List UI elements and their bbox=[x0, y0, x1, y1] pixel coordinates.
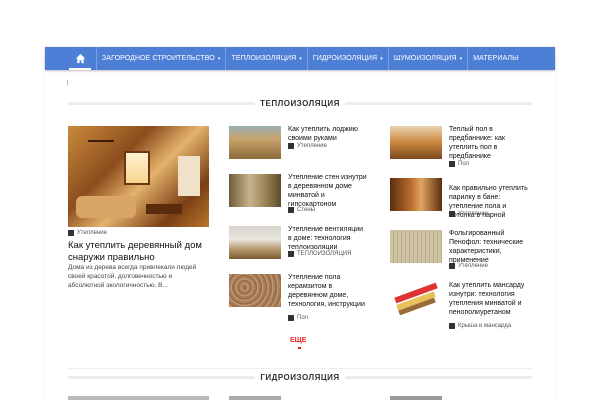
category-icon bbox=[288, 143, 294, 149]
category-icon bbox=[449, 323, 455, 329]
post-category[interactable]: ТЕПЛОИЗОЛЯЦИЯ bbox=[288, 251, 351, 257]
nav-item-materialy[interactable]: МАТЕРИАЛЫ bbox=[467, 47, 523, 70]
nav-item-teploizolyatsiya[interactable]: ТЕПЛОИЗОЛЯЦИЯ ▾ bbox=[225, 47, 306, 70]
home-link[interactable] bbox=[69, 47, 91, 70]
category-label: Утепление bbox=[458, 211, 488, 217]
nav-item-label: МАТЕРИАЛЫ bbox=[473, 55, 519, 62]
post-title[interactable]: Фольгированный Пенофол: технические хара… bbox=[449, 229, 529, 265]
divider bbox=[68, 101, 256, 105]
post-category[interactable]: Стены bbox=[288, 207, 315, 213]
post-thumbnail[interactable] bbox=[68, 396, 209, 400]
post-thumbnail[interactable] bbox=[390, 230, 442, 263]
post-category[interactable]: Пол bbox=[449, 161, 469, 167]
post-category[interactable]: Пол bbox=[288, 315, 308, 321]
category-label: Пол bbox=[297, 315, 309, 321]
nav-item-label: ТЕПЛОИЗОЛЯЦИЯ bbox=[231, 55, 297, 62]
post-category[interactable]: Утепление bbox=[288, 143, 327, 149]
divider bbox=[344, 375, 533, 379]
post-title[interactable]: Как утеплить лоджию своими руками bbox=[288, 125, 368, 143]
more-indicator bbox=[298, 347, 301, 349]
chevron-down-icon: ▾ bbox=[217, 55, 221, 62]
nav-item-shumoizolyatsiya[interactable]: ШУМОИЗОЛЯЦИЯ ▾ bbox=[387, 47, 467, 70]
category-label: Крыша и мансарда bbox=[458, 323, 512, 329]
featured-post-category[interactable]: Утепление bbox=[68, 230, 107, 236]
divider bbox=[68, 368, 532, 369]
nav-item-label: ШУМОИЗОЛЯЦИЯ bbox=[393, 55, 457, 62]
chevron-down-icon: ▾ bbox=[380, 55, 383, 62]
image-detail bbox=[76, 196, 136, 218]
nav-item-zagorodnoe[interactable]: ЗАГОРОДНОЕ СТРОИТЕЛЬСТВО ▾ bbox=[96, 47, 225, 70]
divider bbox=[344, 101, 533, 105]
image-detail bbox=[178, 156, 200, 196]
category-label: Утепление bbox=[297, 143, 327, 149]
category-label: ТЕПЛОИЗОЛЯЦИЯ bbox=[297, 251, 352, 257]
category-icon bbox=[288, 251, 294, 257]
section-heading-teploizolyatsiya: ТЕПЛОИЗОЛЯЦИЯ bbox=[68, 98, 533, 108]
post-thumbnail[interactable] bbox=[390, 396, 442, 400]
post-title[interactable]: Утепление стен изнутри в деревянном доме… bbox=[288, 173, 368, 209]
post-category[interactable]: Утепление bbox=[449, 211, 488, 217]
divider bbox=[68, 375, 256, 379]
home-icon bbox=[75, 53, 85, 64]
post-thumbnail[interactable] bbox=[390, 126, 442, 159]
post-thumbnail[interactable] bbox=[390, 282, 442, 315]
more-button[interactable]: ЕЩЕ bbox=[290, 337, 306, 344]
category-icon bbox=[449, 161, 455, 167]
nav-menu: ЗАГОРОДНОЕ СТРОИТЕЛЬСТВО ▾ ТЕПЛОИЗОЛЯЦИЯ ▾… bbox=[96, 47, 523, 70]
category-icon bbox=[449, 211, 455, 217]
image-detail bbox=[124, 151, 150, 185]
post-title[interactable]: Утепление пола керамзитом в деревянном д… bbox=[288, 273, 368, 309]
post-thumbnail[interactable] bbox=[390, 178, 442, 211]
post-title[interactable]: Утепление вентиляции в доме: технология … bbox=[288, 225, 368, 252]
breadcrumb-marker bbox=[67, 80, 68, 85]
chevron-down-icon: ▾ bbox=[299, 55, 302, 62]
category-icon bbox=[288, 207, 294, 213]
category-label: Пол bbox=[458, 161, 470, 167]
main-nav: ЗАГОРОДНОЕ СТРОИТЕЛЬСТВО ▾ ТЕПЛОИЗОЛЯЦИЯ ▾… bbox=[45, 47, 555, 70]
category-icon bbox=[449, 263, 455, 269]
section-heading-gidroizolyatsiya: ГИДРОИЗОЛЯЦИЯ bbox=[68, 372, 533, 382]
post-category[interactable]: Крыша и мансарда bbox=[449, 323, 511, 329]
section-title: ГИДРОИЗОЛЯЦИЯ bbox=[260, 372, 340, 382]
featured-post-title[interactable]: Как утеплить деревянный дом снаружи прав… bbox=[68, 240, 218, 264]
post-thumbnail[interactable] bbox=[229, 226, 281, 259]
post-thumbnail[interactable] bbox=[229, 274, 281, 307]
post-title[interactable]: Теплый пол в предбаннике: как утеплить п… bbox=[449, 125, 529, 161]
nav-item-gidroizolyatsiya[interactable]: ГИДРОИЗОЛЯЦИЯ ▾ bbox=[306, 47, 388, 70]
post-thumbnail[interactable] bbox=[229, 396, 281, 400]
featured-post-excerpt: Дома из дерева всегда привлекали людей с… bbox=[68, 264, 197, 289]
category-label: Стены bbox=[297, 207, 315, 213]
category-icon bbox=[68, 230, 74, 236]
featured-post-image[interactable] bbox=[68, 126, 209, 227]
category-label: Утепление bbox=[77, 230, 107, 236]
image-detail bbox=[146, 204, 182, 214]
post-thumbnail[interactable] bbox=[229, 126, 281, 159]
category-label: Утепление bbox=[458, 263, 488, 269]
home-active-indicator bbox=[69, 68, 91, 70]
image-detail bbox=[88, 130, 114, 142]
nav-item-label: ЗАГОРОДНОЕ СТРОИТЕЛЬСТВО bbox=[102, 55, 215, 62]
section-title: ТЕПЛОИЗОЛЯЦИЯ bbox=[260, 98, 340, 108]
chevron-down-icon: ▾ bbox=[459, 55, 463, 62]
post-title[interactable]: Как утеплить мансарду изнутри: технологи… bbox=[449, 281, 529, 317]
post-thumbnail[interactable] bbox=[229, 174, 281, 207]
category-icon bbox=[288, 315, 294, 321]
post-category[interactable]: Утепление bbox=[449, 263, 488, 269]
nav-item-label: ГИДРОИЗОЛЯЦИЯ bbox=[312, 55, 378, 62]
